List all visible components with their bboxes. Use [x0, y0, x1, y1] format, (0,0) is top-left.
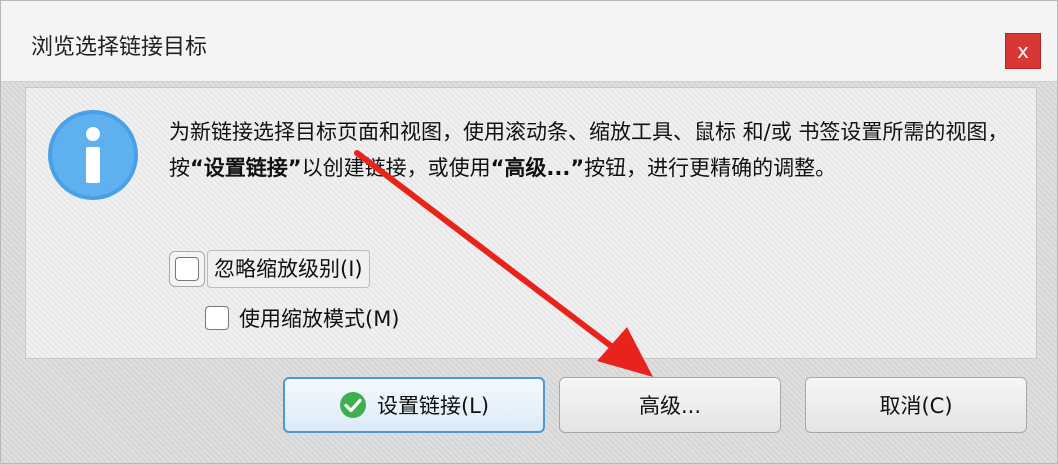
use-zoom-mode-row[interactable]: 使用缩放模式(M): [205, 303, 400, 333]
cancel-button[interactable]: 取消(C): [805, 377, 1027, 433]
ignore-zoom-label[interactable]: 忽略缩放级别(I): [207, 250, 370, 288]
instruction-part-3: 按钮，进行更精确的调整。: [584, 156, 837, 180]
advanced-button[interactable]: 高级...: [559, 377, 781, 433]
instruction-bold-set-link: “设置链接”: [190, 156, 302, 180]
instruction-bold-advanced: “高级...”: [490, 156, 585, 180]
cancel-label: 取消(C): [879, 394, 953, 418]
set-link-button[interactable]: 设置链接(L): [283, 377, 545, 433]
ignore-zoom-checkbox[interactable]: [169, 251, 205, 287]
info-icon: [48, 110, 138, 200]
title-bar: 浏览选择链接目标 x: [1, 1, 1057, 82]
dialog-title: 浏览选择链接目标: [31, 35, 208, 60]
advanced-label: 高级...: [638, 394, 702, 418]
close-button[interactable]: x: [1005, 33, 1041, 69]
use-zoom-mode-label[interactable]: 使用缩放模式(M): [239, 303, 400, 333]
close-icon: x: [1017, 39, 1029, 63]
instruction-part-2: 以创建链接，或使用: [301, 156, 491, 180]
dialog-window: 浏览选择链接目标 x 为新链接选择目标页面和视图，使用滚动条、缩放工具、鼠标 和…: [0, 0, 1058, 464]
instruction-text: 为新链接选择目标页面和视图，使用滚动条、缩放工具、鼠标 和/或 书签设置所需的视…: [169, 114, 1029, 186]
check-icon: [339, 392, 366, 418]
ignore-zoom-checkbox-box: [175, 257, 199, 281]
set-link-label: 设置链接(L): [376, 394, 490, 418]
use-zoom-mode-checkbox[interactable]: [205, 306, 229, 330]
